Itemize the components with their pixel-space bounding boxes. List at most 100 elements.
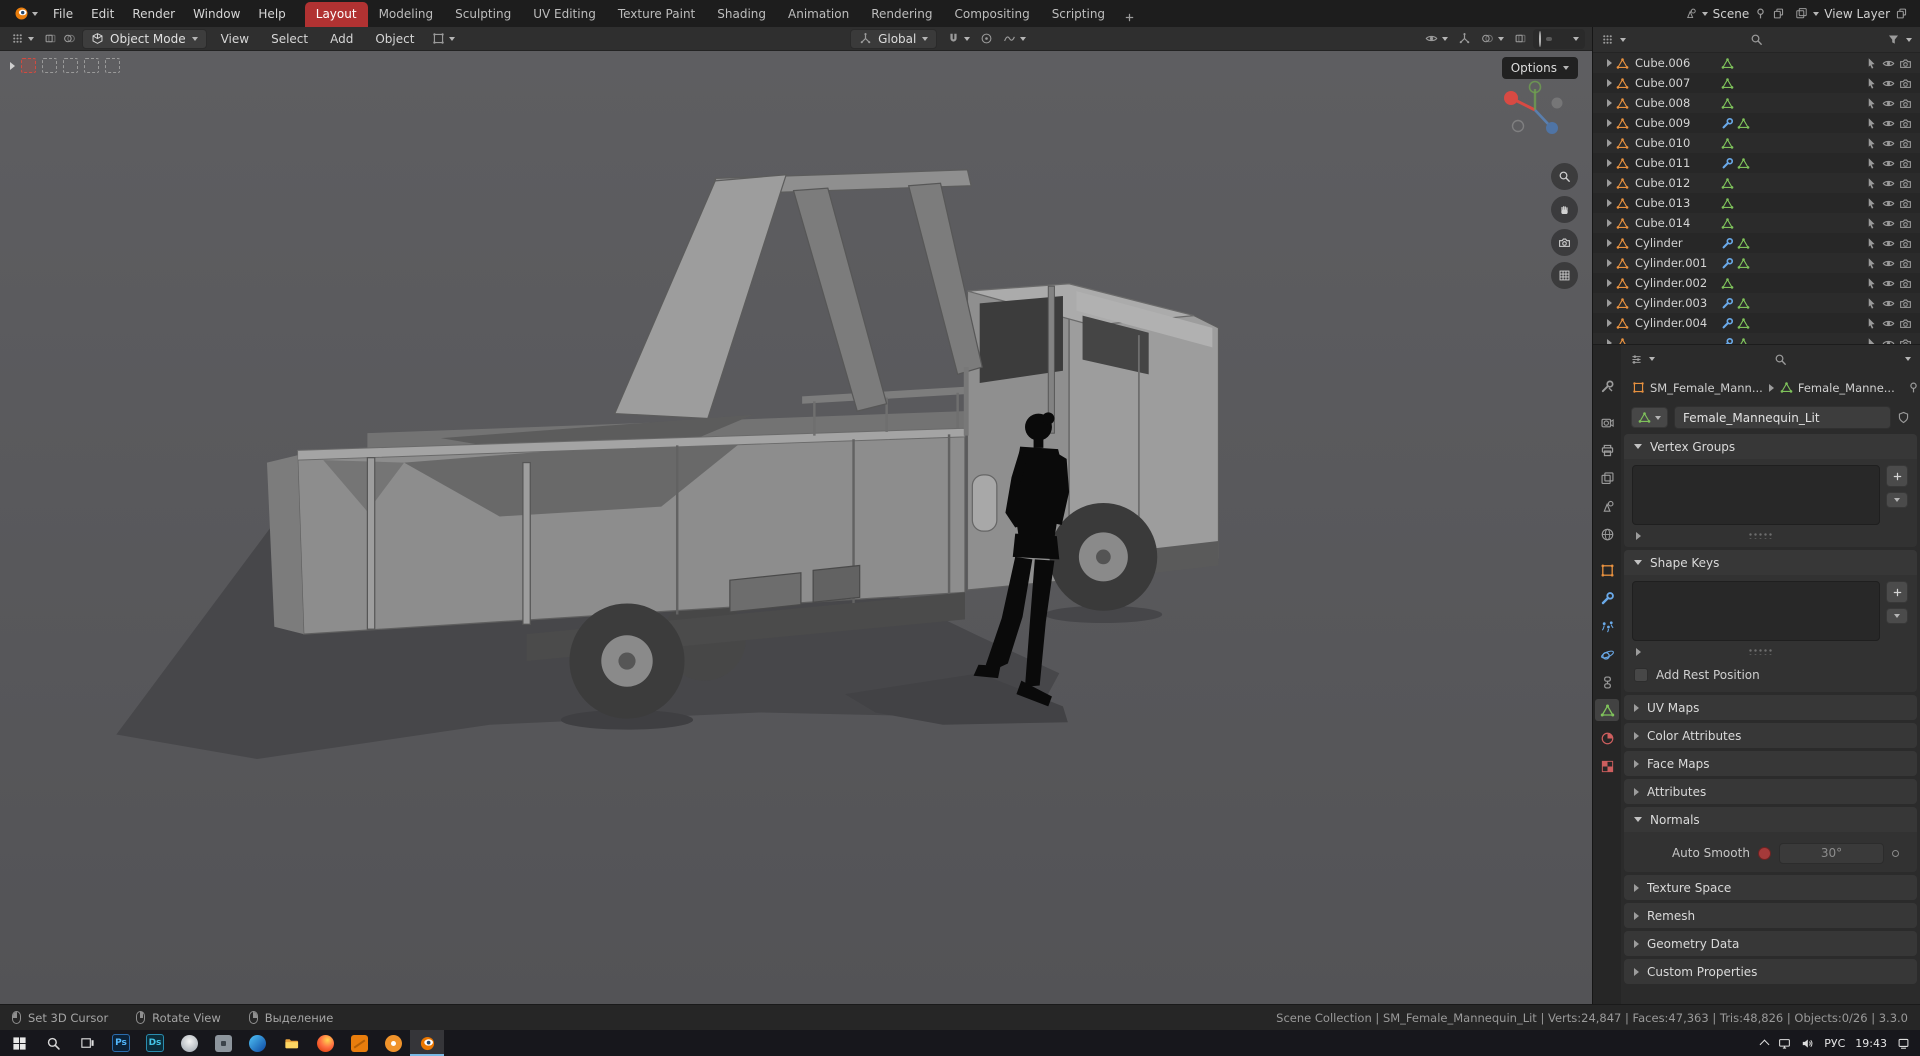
new-view-layer-icon[interactable] — [1895, 7, 1908, 20]
expand-icon[interactable] — [1607, 59, 1612, 67]
taskbar-app-gray[interactable] — [206, 1030, 240, 1056]
expand-icon[interactable] — [1607, 299, 1612, 307]
menu-help[interactable]: Help — [249, 3, 294, 25]
datablock-type-button[interactable] — [1631, 407, 1668, 428]
expand-icon[interactable] — [1607, 119, 1612, 127]
hide-viewport-icon[interactable] — [1882, 337, 1895, 345]
xray-toggle-icon[interactable] — [44, 32, 57, 45]
selectable-icon[interactable] — [1865, 317, 1878, 330]
taskbar-app-edge[interactable] — [240, 1030, 274, 1056]
menu-view[interactable]: View — [213, 29, 257, 49]
shading-solid-button[interactable] — [1546, 37, 1552, 41]
outliner-row[interactable]: Cube.010 — [1593, 133, 1920, 153]
taskbar-app-designer[interactable]: Ds — [138, 1030, 172, 1056]
selectable-icon[interactable] — [1865, 237, 1878, 250]
disable-render-icon[interactable] — [1899, 137, 1912, 150]
disable-render-icon[interactable] — [1899, 57, 1912, 70]
properties-search[interactable] — [1661, 353, 1899, 366]
props-tab-constraints[interactable] — [1595, 671, 1619, 693]
outliner-row[interactable]: Cube.008 — [1593, 93, 1920, 113]
menu-edit[interactable]: Edit — [82, 3, 123, 25]
outliner-editor-icon[interactable] — [1601, 33, 1614, 46]
expand-icon[interactable] — [1607, 199, 1612, 207]
object-name[interactable]: Cylinder.002 — [1635, 276, 1717, 290]
object-name[interactable]: Cylinder — [1635, 236, 1717, 250]
tab-sculpting[interactable]: Sculpting — [444, 2, 522, 27]
tab-uv-editing[interactable]: UV Editing — [522, 2, 607, 27]
clock[interactable]: 19:43 — [1855, 1037, 1887, 1050]
add-workspace-button[interactable] — [1116, 8, 1143, 27]
object-name[interactable]: Cube.011 — [1635, 156, 1717, 170]
menu-add[interactable]: Add — [322, 29, 361, 49]
menu-file[interactable]: File — [44, 3, 82, 25]
outliner-row[interactable]: Cylinder.002 — [1593, 273, 1920, 293]
disable-render-icon[interactable] — [1899, 237, 1912, 250]
props-tab-object-data[interactable] — [1595, 699, 1619, 721]
task-view-button[interactable] — [70, 1030, 104, 1056]
taskbar-app-orange-b[interactable] — [376, 1030, 410, 1056]
disable-render-icon[interactable] — [1899, 97, 1912, 110]
shading-rendered-button[interactable] — [1562, 37, 1568, 41]
props-tab-particles[interactable] — [1595, 615, 1619, 637]
select-mode-subtract-icon[interactable] — [63, 58, 78, 73]
panel-header-vertex-groups[interactable]: Vertex Groups — [1624, 434, 1917, 459]
outliner-search[interactable] — [1632, 33, 1881, 46]
proportional-edit-icon[interactable] — [980, 32, 993, 45]
outliner-row[interactable]: Cylinder — [1593, 233, 1920, 253]
taskbar-app-photoshop[interactable]: Ps — [104, 1030, 138, 1056]
select-mode-intersect-icon[interactable] — [105, 58, 120, 73]
taskbar-search-button[interactable] — [36, 1030, 70, 1056]
taskbar-app-file-explorer[interactable] — [274, 1030, 308, 1056]
show-visibility-button[interactable] — [1421, 30, 1452, 47]
disable-render-icon[interactable] — [1899, 257, 1912, 270]
tab-rendering[interactable]: Rendering — [860, 2, 943, 27]
selectable-icon[interactable] — [1865, 297, 1878, 310]
filter-options-icon[interactable] — [1636, 648, 1641, 656]
outliner-row[interactable]: Cube.009 — [1593, 113, 1920, 133]
add-shape-key-button[interactable] — [1886, 581, 1908, 603]
select-mode-invert-icon[interactable] — [84, 58, 99, 73]
object-name[interactable]: Cube.010 — [1635, 136, 1717, 150]
breadcrumb-data[interactable]: Female_Manne... — [1780, 381, 1895, 395]
pin-icon[interactable] — [1907, 381, 1920, 394]
tab-texture-paint[interactable]: Texture Paint — [607, 2, 706, 27]
auto-smooth-checkbox[interactable] — [1758, 847, 1771, 860]
taskbar-app-firefox[interactable] — [308, 1030, 342, 1056]
props-tab-render[interactable] — [1595, 411, 1619, 433]
blender-logo-icon[interactable] — [8, 6, 44, 21]
disable-render-icon[interactable] — [1899, 117, 1912, 130]
selectable-icon[interactable] — [1865, 137, 1878, 150]
pan-hand-icon[interactable] — [1551, 196, 1578, 223]
hide-viewport-icon[interactable] — [1882, 117, 1895, 130]
expand-icon[interactable] — [1607, 99, 1612, 107]
select-mode-extend-icon[interactable] — [42, 58, 57, 73]
hide-viewport-icon[interactable] — [1882, 97, 1895, 110]
object-name[interactable]: Cube.012 — [1635, 176, 1717, 190]
disable-render-icon[interactable] — [1899, 217, 1912, 230]
outliner-row[interactable]: Cube.012 — [1593, 173, 1920, 193]
props-tab-world[interactable] — [1595, 523, 1619, 545]
navigation-gizmo[interactable] — [1498, 73, 1572, 147]
filter-icon[interactable] — [1887, 33, 1900, 46]
hide-viewport-icon[interactable] — [1882, 57, 1895, 70]
tab-shading[interactable]: Shading — [706, 2, 777, 27]
shape-keys-list[interactable] — [1632, 581, 1880, 641]
tray-expand-icon[interactable] — [1760, 1040, 1770, 1050]
panel-header-uv-maps[interactable]: UV Maps — [1624, 695, 1917, 720]
show-overlays-button[interactable] — [1477, 30, 1508, 47]
panel-header-color-attributes[interactable]: Color Attributes — [1624, 723, 1917, 748]
view-layer-selector[interactable]: View Layer — [1795, 7, 1908, 21]
scene-selector[interactable]: Scene — [1684, 7, 1786, 21]
tab-modeling[interactable]: Modeling — [368, 2, 445, 27]
props-tab-modifiers[interactable] — [1595, 587, 1619, 609]
expand-icon[interactable] — [1607, 259, 1612, 267]
notifications-icon[interactable] — [1897, 1037, 1910, 1050]
new-scene-icon[interactable] — [1772, 7, 1785, 20]
show-gizmo-icon[interactable] — [1458, 32, 1471, 45]
datablock-name-field[interactable]: Female_Mannequin_Lit — [1674, 406, 1891, 429]
add-vertex-group-button[interactable] — [1886, 465, 1908, 487]
expand-icon[interactable] — [1607, 319, 1612, 327]
props-tab-texture[interactable] — [1595, 755, 1619, 777]
outliner-row-partial[interactable] — [1593, 333, 1920, 344]
toggle-xray-icon[interactable] — [1514, 32, 1527, 45]
